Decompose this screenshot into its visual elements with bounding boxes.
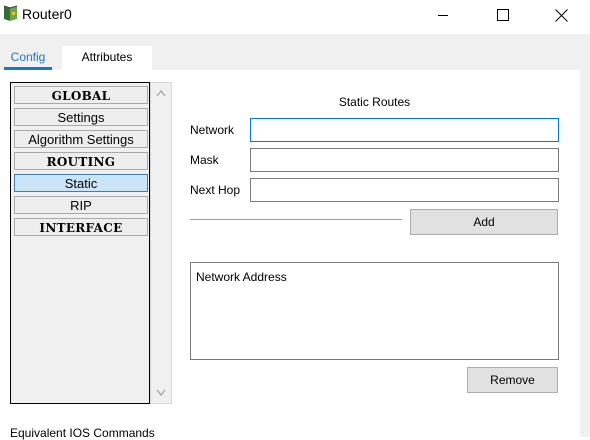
maximize-icon	[497, 9, 509, 21]
minimize-icon	[438, 15, 448, 16]
add-button[interactable]: Add	[410, 209, 558, 235]
network-address-list[interactable]: Network Address	[190, 262, 559, 360]
sidebar-item-global[interactable]: GLOBAL	[14, 86, 148, 104]
sidebar-item-rip[interactable]: RIP	[14, 196, 148, 214]
mask-label: Mask	[190, 153, 219, 167]
mask-input[interactable]	[250, 148, 559, 172]
static-routes-title: Static Routes	[338, 95, 411, 109]
remove-button[interactable]: Remove	[467, 367, 558, 393]
sidebar-scrollbar[interactable]	[150, 82, 172, 404]
sidebar-item-interface[interactable]: INTERFACE	[14, 218, 148, 236]
window-title: Router0	[22, 6, 72, 22]
tab-strip: Config Attributes	[0, 34, 590, 70]
next-hop-label: Next Hop	[190, 183, 241, 197]
close-button[interactable]	[538, 0, 584, 30]
chevron-up-icon[interactable]	[156, 89, 166, 97]
next-hop-input[interactable]	[250, 178, 559, 202]
close-icon	[554, 8, 568, 22]
equivalent-ios-commands-label: Equivalent IOS Commands	[10, 426, 155, 440]
tab-attributes[interactable]: Attributes	[62, 46, 152, 70]
sidebar-item-settings[interactable]: Settings	[14, 108, 148, 126]
maximize-button[interactable]	[480, 0, 526, 30]
minimize-button[interactable]	[420, 0, 466, 30]
router-app-icon	[3, 5, 18, 21]
tab-config[interactable]: Config	[4, 46, 52, 70]
chevron-down-icon[interactable]	[156, 389, 166, 397]
config-sidebar: GLOBAL Settings Algorithm Settings ROUTI…	[10, 82, 150, 404]
separator	[190, 219, 402, 220]
network-label: Network	[190, 123, 235, 137]
sidebar-item-routing[interactable]: ROUTING	[14, 152, 148, 170]
network-address-header: Network Address	[196, 270, 287, 284]
sidebar-item-static[interactable]: Static	[14, 174, 148, 192]
panel-edge	[580, 70, 590, 437]
sidebar-item-algorithm-settings[interactable]: Algorithm Settings	[14, 130, 148, 148]
network-input[interactable]	[250, 118, 559, 142]
title-bar: Router0	[0, 0, 590, 30]
